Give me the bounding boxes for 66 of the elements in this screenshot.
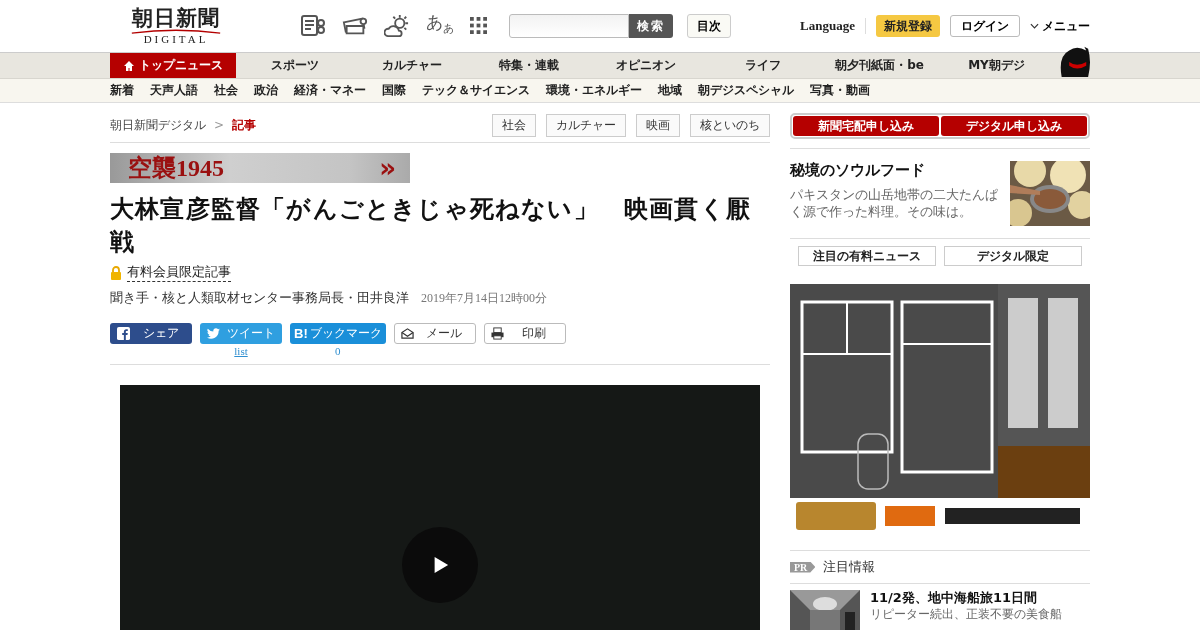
category-link[interactable]: 写真・動画 — [810, 82, 870, 99]
printer-icon — [490, 327, 504, 340]
promo-summary: リピーター続出、正装不要の美食船 — [870, 607, 1062, 621]
publish-date: 2019年7月14日12時00分 — [421, 290, 547, 307]
menu-button[interactable]: メニュー — [1030, 17, 1090, 35]
apps-grid-icon[interactable] — [470, 17, 487, 35]
nav-tab[interactable]: 朝夕刊紙面・be — [821, 53, 938, 78]
category-link[interactable]: 朝デジスペシャル — [698, 82, 794, 99]
topic-tag[interactable]: 映画 — [636, 113, 680, 137]
category-link[interactable]: 新着 — [110, 82, 134, 99]
nav-tab[interactable]: ライフ — [704, 53, 821, 78]
nav-tab[interactable]: カルチャー — [353, 53, 470, 78]
topic-tag[interactable]: 核といのち — [690, 113, 770, 137]
section-heading: 注目情報 — [823, 558, 876, 576]
series-banner[interactable]: 空襲1945 » — [110, 153, 410, 183]
login-button[interactable]: ログイン — [950, 15, 1020, 37]
share-button[interactable]: B!ブックマーク — [290, 323, 386, 344]
breadcrumb-link[interactable]: 朝日新聞デジタル — [110, 116, 206, 134]
sidebar-link[interactable]: 注目の有料ニュース — [798, 246, 936, 266]
language-link[interactable]: Language — [800, 18, 866, 34]
byline: 聞き手・核と人類取材センター事務局長・田井良洋 — [110, 289, 409, 307]
subscribe-button[interactable]: 新聞宅配申し込み — [793, 116, 939, 136]
category-link[interactable]: 政治 — [254, 82, 278, 99]
home-icon — [123, 59, 135, 72]
category-link[interactable]: 天声人語 — [150, 82, 198, 99]
index-button[interactable]: 目次 — [687, 14, 731, 38]
share-count[interactable]: 0 — [335, 345, 341, 358]
share-count[interactable]: list — [234, 345, 248, 358]
lock-icon — [110, 265, 122, 280]
sidebar-link[interactable]: デジタル限定 — [944, 246, 1082, 266]
facebook-icon — [117, 327, 130, 340]
nav-tab[interactable]: トップニュース — [110, 53, 236, 78]
share-button[interactable]: シェア — [110, 323, 192, 344]
category-link[interactable]: 国際 — [382, 82, 406, 99]
bird-icon — [207, 327, 220, 340]
article-title: 大林宣彦監督「がんごときじゃ死ねない」 映画貫く厭戦 — [110, 194, 752, 258]
premium-label[interactable]: 有料会員限定記事 — [127, 263, 231, 282]
envelope-icon — [400, 327, 414, 340]
topic-tag[interactable]: 社会 — [492, 113, 536, 137]
nav-tab[interactable]: スポーツ — [236, 53, 353, 78]
topic-tag[interactable]: カルチャー — [546, 113, 626, 137]
nav-tab[interactable]: MY朝デジ — [938, 53, 1055, 78]
breadcrumb-current: 記事 — [232, 116, 257, 134]
site-logo[interactable]: 朝日新聞 DIGITAL — [116, 7, 236, 45]
category-link[interactable]: 社会 — [214, 82, 238, 99]
feature-summary: パキスタンの山岳地帯の二大たんぱく源で作った料理。その味は。 — [790, 186, 999, 220]
chevron-down-icon — [1030, 23, 1039, 29]
nav-tab[interactable]: 特集・連載 — [470, 53, 587, 78]
nav-tab[interactable]: オピニオン — [587, 53, 704, 78]
category-link[interactable]: テック＆サイエンス — [422, 82, 530, 99]
mail-button[interactable]: メール — [393, 323, 476, 344]
register-button[interactable]: 新規登録 — [876, 15, 940, 37]
print-button[interactable]: 印刷 — [483, 323, 566, 344]
weather-icon[interactable] — [384, 14, 410, 38]
category-link[interactable]: 地域 — [658, 82, 682, 99]
subscribe-button[interactable]: デジタル申し込み — [941, 116, 1087, 136]
breadcrumb-separator: > — [214, 118, 225, 132]
promo-title[interactable]: 11/2発、地中海船旅11日間 — [870, 590, 1062, 606]
font-size-button[interactable]: あ$_{あ}$ — [426, 12, 454, 40]
category-link[interactable]: 環境・エネルギー — [546, 82, 642, 99]
search-button[interactable]: 検索 — [629, 14, 673, 38]
search-field[interactable] — [509, 14, 629, 38]
pr-badge: PR — [790, 561, 816, 573]
category-link[interactable]: 経済・マネー — [294, 82, 366, 99]
newspaper-icon[interactable] — [300, 14, 326, 38]
feature-title[interactable]: 秘境のソウルフード — [790, 161, 1004, 180]
